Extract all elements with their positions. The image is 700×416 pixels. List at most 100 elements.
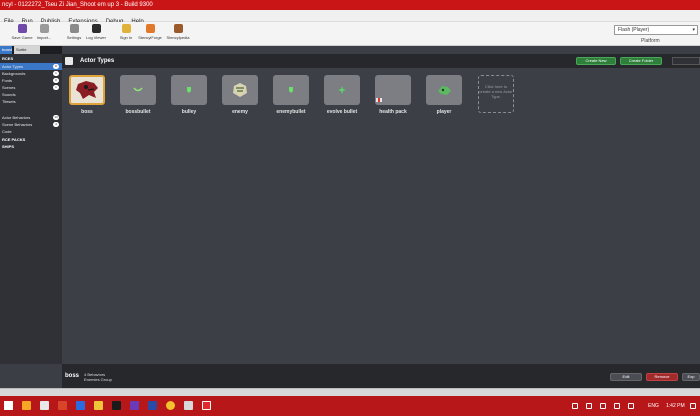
edit-button[interactable]: Edit [610,373,642,381]
remove-button[interactable]: Remove [646,373,678,381]
stencylpedia-label: Stencylpedia [166,35,190,40]
actor-label: enemybullet [276,109,306,115]
word-app-icon[interactable] [40,401,49,410]
pdf-app-icon[interactable] [58,401,67,410]
toolbar: Save Game Import... Settings Log Viewer … [0,22,700,46]
count-badge: 1 [53,85,59,90]
clock[interactable]: 1:42 PM [666,396,685,416]
sidebar-item-backgrounds[interactable]: Backgrounds 1 [0,70,62,77]
chevron-up-icon[interactable] [586,403,592,409]
log-viewer-icon [91,24,101,33]
enemybullet-sprite-icon [289,87,293,93]
actor-label: enemy [232,109,248,115]
create-folder-button[interactable]: Create Folder [620,57,662,65]
actor-tile-bossbullet[interactable]: bossbullet [120,75,156,117]
notifications-icon[interactable] [690,403,696,409]
actor-thumbnail [171,75,207,105]
actor-tile-bulley[interactable]: bulley [171,75,207,117]
key-icon [121,24,131,33]
search-field[interactable] [672,57,700,65]
sidebar-item-scenes[interactable]: Scenes 1 [0,84,62,91]
actor-tile-player[interactable]: player [426,75,462,117]
sidebar-item-label: Sounds [2,92,16,97]
editor-app-icon[interactable] [184,401,193,410]
actor-tile-health-pack[interactable]: health pack [375,75,411,117]
log-viewer-button[interactable]: Log Viewer [82,24,110,40]
folder-icon[interactable] [94,401,103,410]
boss-sprite-icon [76,81,98,99]
enemy-sprite-icon [233,83,247,97]
people-icon[interactable] [572,403,578,409]
health-pack-sprite-icon [376,98,382,102]
taskbar: ENG 1:42 PM [0,396,700,416]
forge-icon [145,24,155,33]
actor-type-icon [65,57,73,65]
volume-icon[interactable] [628,403,634,409]
actor-tile-boss[interactable]: boss [69,75,105,117]
window-title: ncyl - 0122272_Tseu Zi Jian_Shoot em up … [0,0,700,10]
sidebar-item-label: Tilesets [2,99,16,104]
count-badge: 0 [53,78,59,83]
sidebar-item-label: Code [2,129,12,134]
sign-in-label: Sign In [119,35,133,40]
log-viewer-label: Log Viewer [86,35,106,40]
resource-packs-header[interactable]: RCE PACKS [0,136,62,143]
actor-types-panel: Actor Types Create New Create Folder bos… [62,54,700,364]
import-icon [39,24,49,33]
sidebar-item-code[interactable]: Code [0,128,62,135]
wifi-icon[interactable] [614,403,620,409]
actor-tile-enemybullet[interactable]: enemybullet [273,75,309,117]
input-language[interactable]: ENG [648,396,659,416]
tab-sortie[interactable]: Sortie [14,46,40,54]
sidebar-item-actor-behaviors[interactable]: Actor Behaviors 13 [0,114,62,121]
stencylforge-label: StencylForge [138,35,162,40]
menu-bar: FileRunPublishExtensionsDebugHelp [0,10,700,25]
create-new-actor-placeholder[interactable]: Click here to create a new Actor Type. [478,75,514,113]
battery-icon[interactable] [600,403,606,409]
steam-icon[interactable] [148,401,157,410]
terminal-icon[interactable] [112,401,121,410]
import-button[interactable]: Import... [30,24,58,40]
sidebar-item-sounds[interactable]: Sounds [0,91,62,98]
sidebar-item-fonts[interactable]: Fonts 0 [0,77,62,84]
chevron-down-icon: ▾ [692,27,695,33]
sidebar-tabs: board Sortie [0,46,62,54]
stencylpedia-button[interactable]: Stencylpedia [162,24,194,40]
selected-actor-name: boss [65,373,80,379]
photoshop-icon[interactable] [76,401,85,410]
chrome-icon[interactable] [166,401,175,410]
book-icon [173,24,183,33]
platform-select[interactable]: Flash (Player) ▾ [614,25,698,35]
start-icon[interactable] [4,401,13,410]
sidebar-item-actor-types[interactable]: Actor Types 8 [0,63,62,70]
export-button[interactable]: Exp [682,373,700,381]
actor-label: bulley [181,109,197,115]
stencyl-app-icon[interactable] [202,401,211,410]
panel-header: Actor Types Create New Create Folder [62,54,700,68]
ships-header[interactable]: SHIPS [0,143,62,150]
filter-app-icon[interactable] [22,401,31,410]
group-name: Enemies Group [84,377,112,382]
evolve-bullet-sprite-icon [338,86,346,94]
actor-tile-evolve-bullet[interactable]: evolve bullet [324,75,360,117]
actor-thumbnail [426,75,462,105]
count-badge: 1 [53,71,59,76]
sidebar-item-tilesets[interactable]: Tilesets [0,98,62,105]
save-icon [17,24,27,33]
resource-sidebar: board Sortie RCES Actor Types 8 Backgrou… [0,46,62,364]
sidebar-item-label: Actor Types [2,64,24,69]
actor-thumbnail [375,75,411,105]
actor-tile-enemy[interactable]: enemy [222,75,258,117]
platform-label: Platform [641,38,660,44]
actor-label: bossbullet [125,109,151,115]
actor-label: health pack [379,109,407,115]
import-label: Import... [36,35,52,40]
resources-header: RCES [2,56,14,61]
count-badge: 13 [53,115,59,120]
sidebar-item-label: Scene Behaviors [2,122,33,127]
create-new-button[interactable]: Create New [576,57,616,65]
selection-footer: boss 4 Behaviors Enemies Group Edit Remo… [62,364,700,388]
sidebar-item-scene-behaviors[interactable]: Scene Behaviors 4 [0,121,62,128]
tab-dashboard[interactable]: board [0,46,12,54]
twitch-icon[interactable] [130,401,139,410]
